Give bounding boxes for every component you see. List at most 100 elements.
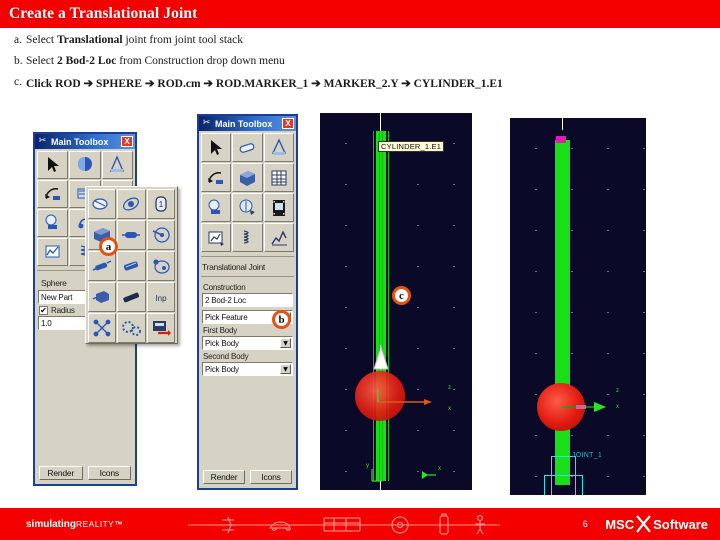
curve-plot-icon[interactable] [263,223,294,252]
logo-suffix: Software [653,516,708,532]
active-tool-label: Translational Joint [202,262,265,272]
radius-label: Radius [51,306,75,315]
animation-tool-icon[interactable] [263,193,294,222]
construction-dropdown[interactable]: 2 Bod-2 Loc [202,293,293,307]
step-text-a: Select Translational joint from joint to… [26,34,720,46]
marker-axes-icon [377,390,432,405]
step-a-bold: Translational [56,34,123,46]
toolbox-footer: Render Icons [35,463,135,484]
callout-badge-b: b [272,310,291,329]
first-body-dropdown[interactable]: Pick Body ▼ [202,336,293,350]
inplane-primitive-icon[interactable]: Inp [146,282,175,312]
joint-motion-icon[interactable] [146,313,175,343]
origin-triad-icon [371,469,382,482]
viewport-grid [510,118,646,495]
joint-label: JOINT_1 [572,452,603,459]
joint-tool-flyout-palette[interactable]: 1 Inp [85,186,178,344]
step-b-pre: Select [26,55,57,67]
measure-tool-icon[interactable] [201,193,232,222]
step-letter-b: b. [14,55,23,67]
screw-joint-icon[interactable] [117,251,146,281]
main-toolbox-window-right[interactable]: ✂ Main Toolbox X Translational Joint Con… [197,114,298,490]
simulation-tool-icon[interactable] [232,193,263,222]
list-item: c. Click ROD ➔ SPHERE ➔ ROD.cm ➔ ROD.MAR… [0,76,720,90]
footer-tagline: simulatingREALITY™ [0,519,123,530]
second-body-value: Pick Body [205,364,239,374]
pick-leader-line-bottom [380,481,381,490]
inline-primitive-icon[interactable] [88,282,117,312]
translational-joint-glyph-outer[interactable] [544,475,583,495]
step-b-bold: 2 Bod-2 Loc [56,55,117,67]
list-item: b. Select 2 Bod-2 Loc from Construction … [0,55,720,67]
model-viewport-right[interactable]: z x JOINT_1 y x [510,118,646,495]
motion-drive-icon[interactable] [201,163,232,192]
part-dropdown-value: New Part [41,292,73,302]
toolbox-empty-space [199,376,296,467]
page-title: Create a Translational Joint [9,5,198,22]
coupler-icon[interactable] [88,313,117,343]
entity-tooltip: CYLINDER_1.E1 [378,141,445,152]
motion-drive-icon[interactable] [37,180,69,208]
hooke-joint-icon[interactable] [146,220,175,250]
rod-end-marker [556,136,566,143]
axis-label-z: z [448,385,451,391]
second-body-label: Second Body [203,352,249,361]
pick-leader-line [380,113,381,131]
select-arrow-icon[interactable] [37,151,69,179]
icons-button[interactable]: Icons [250,470,292,484]
table-editor-icon[interactable] [263,163,294,192]
fixed-joint-icon[interactable] [88,189,117,219]
measure-tool-icon[interactable] [37,209,69,237]
close-icon[interactable]: X [282,118,294,129]
render-button[interactable]: Render [39,466,83,480]
step-text-b: Select 2 Bod-2 Loc from Construction dro… [26,55,720,67]
plotting-tool-icon[interactable] [201,223,232,252]
select-arrow-icon[interactable] [201,133,232,162]
render-button[interactable]: Render [203,470,245,484]
toolbox-icon-grid[interactable] [199,131,296,254]
marker-axes-icon [562,402,606,412]
airplane-icon [216,516,241,534]
tagline-bold: simulating [26,518,77,530]
rigid-body-link-icon[interactable] [232,133,263,162]
chevron-down-icon[interactable]: ▼ [280,338,291,348]
slide-title-banner: Create a Translational Joint [0,0,720,28]
rod-geometry[interactable] [555,140,570,485]
chevron-down-icon[interactable]: ▼ [280,364,291,374]
logo-prefix: MSC [605,516,635,532]
revolute-joint-icon[interactable] [117,189,146,219]
joint-flyout-grid[interactable]: 1 Inp [88,189,175,343]
cylindrical-joint-icon[interactable] [117,220,146,250]
close-icon[interactable]: X [121,136,133,147]
svg-text:1: 1 [159,200,164,209]
second-body-dropdown[interactable]: Pick Body ▼ [202,362,293,376]
gear-icon[interactable] [117,313,146,343]
logo-x-icon [636,515,651,533]
titlebar[interactable]: ✂ Main Toolbox X [35,134,135,149]
checkbox-checked-icon[interactable]: ✔ [39,306,48,315]
orientation-primitive-icon[interactable] [117,282,146,312]
wrench-icon: ✂ [38,136,47,146]
msc-software-logo: MSC Software [605,515,720,533]
tagline-light: REALITY™ [76,518,124,529]
axis-label-z: z [616,388,619,394]
spring-tool-icon[interactable] [232,223,263,252]
icons-button[interactable]: Icons [87,466,131,480]
construction-geometry-icon[interactable] [263,133,294,162]
translational-joint-icon[interactable] [88,251,117,281]
page-number: 6 [582,519,588,529]
divider [201,256,294,257]
joint-tool-stack-icon[interactable] [232,163,263,192]
rigid-body-sphere-icon[interactable] [69,151,101,179]
list-item: a. Select Translational joint from joint… [0,34,720,46]
plotting-tool-icon[interactable] [37,238,69,266]
spherical-joint-icon[interactable]: 1 [146,189,175,219]
divider [201,276,294,277]
titlebar[interactable]: ✂ Main Toolbox X [199,116,296,131]
callout-badge-c: c [392,286,411,305]
step-text-c: Click ROD ➔ SPHERE ➔ ROD.cm ➔ ROD.MARKER… [26,78,503,90]
footer-icons-svg [188,513,501,535]
axis-label-y: y [366,463,369,469]
construction-geometry-icon[interactable] [101,151,133,179]
constant-velocity-joint-icon[interactable] [146,251,175,281]
